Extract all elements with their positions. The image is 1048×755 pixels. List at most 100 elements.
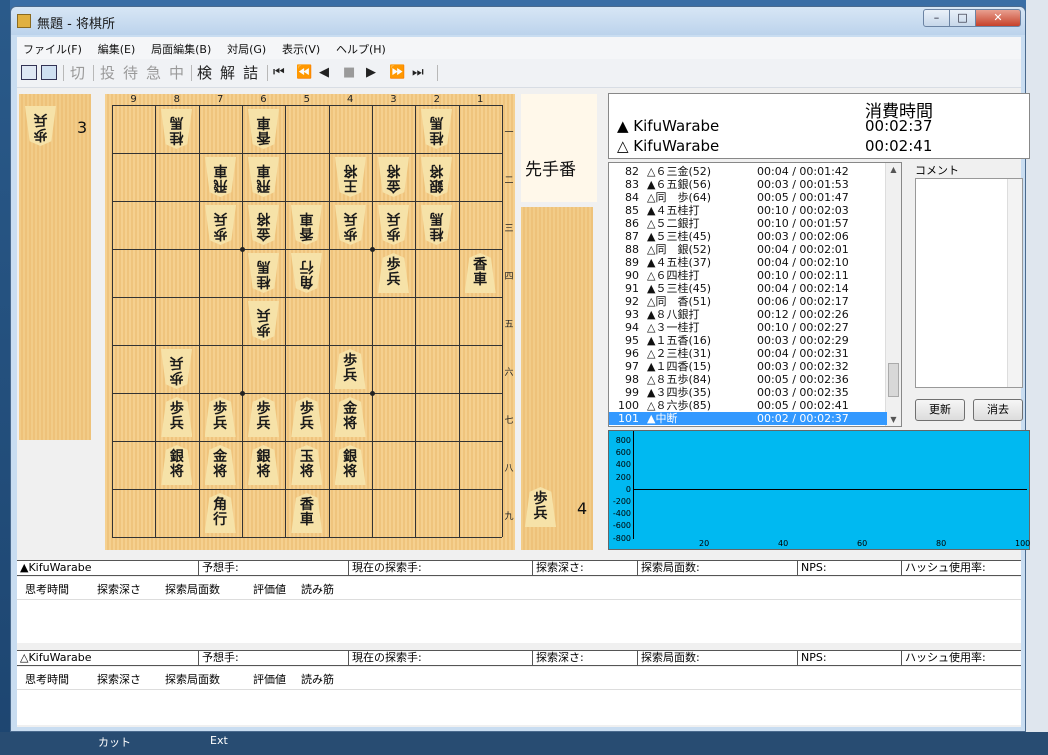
sente-piece[interactable]: 金将 — [204, 445, 236, 485]
col-think-time[interactable]: 思考時間 — [25, 581, 69, 597]
sente-piece[interactable]: 銀将 — [161, 445, 193, 485]
move-list-item[interactable]: 86 △５二銀打 00:10 / 00:01:57 — [609, 217, 887, 230]
sente-piece[interactable]: 角行 — [204, 493, 236, 533]
menu-position-edit[interactable]: 局面編集(B) — [145, 37, 217, 59]
move-list-item[interactable]: 100 △８六歩(85) 00:05 / 00:02:41 — [609, 399, 887, 412]
menu-help[interactable]: ヘルプ(H) — [330, 37, 392, 59]
move-list-item[interactable]: 90 △６四桂打 00:10 / 00:02:11 — [609, 269, 887, 282]
update-button[interactable]: 更新 — [915, 399, 965, 421]
close-button[interactable]: ✕ — [975, 9, 1021, 27]
sente-piece[interactable]: 歩兵 — [161, 397, 193, 437]
engine2-pv-list[interactable]: 思考時間 探索深さ 探索局面数 評価値 読み筋 — [17, 667, 1021, 725]
grid-line — [415, 105, 417, 537]
sente-piece[interactable]: 金将 — [334, 397, 366, 437]
scroll-thumb[interactable] — [888, 363, 899, 397]
analyze-button[interactable]: 解 — [220, 64, 235, 82]
move-list-item[interactable]: 94 △３一桂打 00:10 / 00:02:27 — [609, 321, 887, 334]
rewind-icon[interactable]: ⏪ — [296, 64, 312, 82]
stop-button[interactable]: 中 — [169, 64, 184, 82]
move-list-item[interactable]: 92 △同 香(51) 00:06 / 00:02:17 — [609, 295, 887, 308]
engine1-pv-list[interactable]: 思考時間 探索深さ 探索局面数 評価値 読み筋 — [17, 577, 1021, 643]
engine2-nps: NPS: — [798, 651, 902, 665]
move-list-item[interactable]: 97 ▲１四香(15) 00:03 / 00:02:32 — [609, 360, 887, 373]
menu-game[interactable]: 対局(G) — [221, 37, 272, 59]
col-depth[interactable]: 探索深さ — [97, 581, 141, 597]
open-icon[interactable] — [41, 65, 57, 80]
move-list-scrollbar[interactable]: ▲ ▼ — [885, 163, 901, 426]
move-list-item[interactable]: 99 ▲３四歩(35) 00:03 / 00:02:35 — [609, 386, 887, 399]
clear-button[interactable]: 消去 — [973, 399, 1023, 421]
col-nodes[interactable]: 探索局面数 — [165, 671, 220, 687]
col-nodes[interactable]: 探索局面数 — [165, 581, 220, 597]
fast-forward-icon[interactable]: ⏩ — [389, 64, 405, 82]
gote-piece[interactable]: 金将 — [248, 205, 279, 245]
maximize-button[interactable]: □ — [949, 9, 976, 27]
sente-piece[interactable]: 銀将 — [247, 445, 279, 485]
gote-piece[interactable]: 金将 — [378, 157, 409, 197]
sente-piece[interactable]: 歩兵 — [377, 253, 409, 293]
sente-piece[interactable]: 玉将 — [291, 445, 323, 485]
sente-hand-piece-pawn[interactable]: 歩兵 — [525, 487, 556, 527]
resign-button[interactable]: 投 — [100, 64, 115, 82]
move-list-item[interactable]: 98 △８五歩(84) 00:05 / 00:02:36 — [609, 373, 887, 386]
move-list-item[interactable]: 93 ▲８八銀打 00:12 / 00:02:26 — [609, 308, 887, 321]
col-eval[interactable]: 評価値 — [253, 581, 286, 597]
cut-button[interactable]: 切 — [70, 64, 85, 82]
sente-piece[interactable]: 銀将 — [334, 445, 366, 485]
wait-button[interactable]: 待 — [123, 64, 138, 82]
move-list-item[interactable]: 96 △２三桂(31) 00:04 / 00:02:31 — [609, 347, 887, 360]
move-list-item[interactable]: 84 △同 歩(64) 00:05 / 00:01:47 — [609, 191, 887, 204]
col-depth[interactable]: 探索深さ — [97, 671, 141, 687]
last-move-icon[interactable]: ⏭ — [412, 64, 424, 82]
scroll-up-icon[interactable]: ▲ — [886, 165, 901, 174]
menu-edit[interactable]: 編集(E) — [92, 37, 142, 59]
stop-icon[interactable]: ■ — [343, 64, 355, 82]
hurry-button[interactable]: 急 — [146, 64, 161, 82]
move-list[interactable]: ▲ ▼ 82 △６三金(52) 00:04 / 00:01:42 83 ▲６五銀(56)… — [608, 162, 902, 427]
gote-piece[interactable]: 歩兵 — [248, 301, 279, 341]
next-move-icon[interactable]: ▶ — [366, 64, 376, 82]
gote-piece[interactable]: 飛車 — [248, 157, 279, 197]
engine2-name: △KifuWarabe — [17, 651, 199, 665]
move-list-item[interactable]: 95 ▲１五香(16) 00:03 / 00:02:29 — [609, 334, 887, 347]
sente-piece[interactable]: 歩兵 — [291, 397, 323, 437]
move-list-item[interactable]: 91 ▲５三桂(45) 00:04 / 00:02:14 — [609, 282, 887, 295]
window-title: 無題 - 将棋所 — [37, 17, 115, 32]
save-icon[interactable] — [21, 65, 37, 80]
sente-piece[interactable]: 歩兵 — [334, 349, 366, 389]
menu-file[interactable]: ファイル(F) — [17, 37, 88, 59]
desktop-label-ext[interactable]: Ext — [210, 734, 228, 747]
col-pv[interactable]: 読み筋 — [301, 671, 334, 687]
col-eval[interactable]: 評価値 — [253, 671, 286, 687]
move-list-item[interactable]: 89 ▲４五桂(37) 00:04 / 00:02:10 — [609, 256, 887, 269]
move-list-item[interactable]: 87 ▲５三桂(45) 00:03 / 00:02:06 — [609, 230, 887, 243]
menu-view[interactable]: 表示(V) — [276, 37, 326, 59]
engine1-predicted-move: 予想手: — [199, 561, 349, 575]
move-list-item[interactable]: 85 ▲４五桂打 00:10 / 00:02:03 — [609, 204, 887, 217]
move-list-item[interactable]: 82 △６三金(52) 00:04 / 00:01:42 — [609, 165, 887, 178]
gote-piece[interactable]: 香車 — [248, 109, 279, 149]
sente-piece[interactable]: 香車 — [291, 493, 323, 533]
sente-piece[interactable]: 歩兵 — [204, 397, 236, 437]
sente-piece[interactable]: 香車 — [464, 253, 496, 293]
sente-piece[interactable]: 歩兵 — [247, 397, 279, 437]
col-think-time[interactable]: 思考時間 — [25, 671, 69, 687]
col-pv[interactable]: 読み筋 — [301, 581, 334, 597]
desktop-label-cut[interactable]: カット — [98, 734, 131, 750]
prev-move-icon[interactable]: ◀ — [319, 64, 329, 82]
scroll-down-icon[interactable]: ▼ — [886, 415, 901, 424]
grid-line — [458, 105, 460, 537]
move-list-item[interactable]: 83 ▲６五銀(56) 00:03 / 00:01:53 — [609, 178, 887, 191]
mate-button[interactable]: 詰 — [243, 64, 258, 82]
study-button[interactable]: 検 — [197, 64, 212, 82]
gote-piece[interactable]: 桂馬 — [248, 253, 279, 293]
move-list-item[interactable]: 88 △同 銀(52) 00:04 / 00:02:01 — [609, 243, 887, 256]
minimize-button[interactable]: – — [923, 9, 950, 27]
gote-piece[interactable]: 歩兵 — [378, 205, 409, 245]
first-move-icon[interactable]: ⏮ — [273, 64, 285, 82]
move-list-item[interactable]: 101 ▲中断 00:02 / 00:02:37 — [609, 412, 887, 425]
gote-hand-piece-pawn[interactable]: 歩兵 — [25, 106, 56, 146]
comment-textarea[interactable] — [915, 178, 1023, 388]
gote-hand-stand: 歩兵 3 — [19, 94, 91, 440]
comment-scrollbar[interactable] — [1007, 179, 1022, 387]
